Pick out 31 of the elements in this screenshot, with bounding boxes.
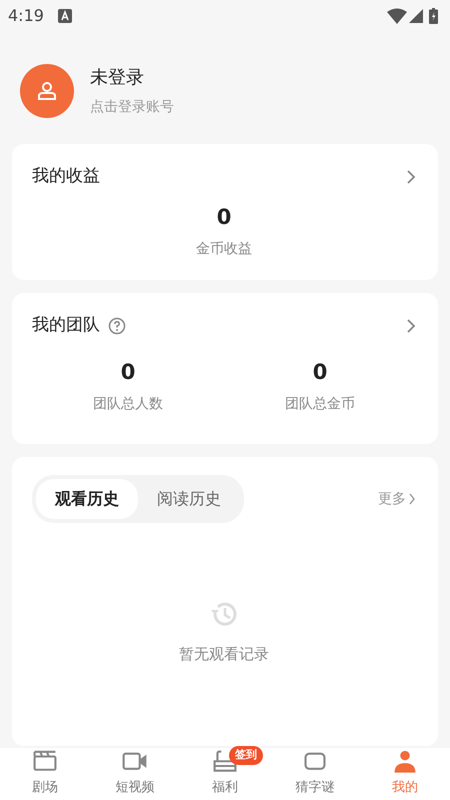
empty-message: 暂无观看记录 bbox=[179, 644, 269, 665]
nav-tab[interactable]: 我的 bbox=[360, 748, 450, 800]
avatar[interactable] bbox=[20, 64, 74, 118]
stat-value: 0 bbox=[216, 204, 232, 230]
stat-label: 金币收益 bbox=[195, 240, 253, 259]
history-tab[interactable]: 阅读历史 bbox=[138, 479, 240, 519]
history-tab[interactable]: 观看历史 bbox=[36, 479, 138, 519]
more-link[interactable]: 更多 bbox=[378, 488, 416, 510]
chevron-right-icon[interactable] bbox=[406, 318, 416, 334]
stat-label: 团队总金币 bbox=[284, 395, 356, 414]
login-hint[interactable]: 点击登录账号 bbox=[90, 97, 174, 118]
chevron-right-icon bbox=[408, 493, 416, 505]
nav-tab[interactable]: 剧场 bbox=[0, 748, 90, 800]
notification-icon bbox=[58, 9, 72, 23]
section-title: 我的团队 bbox=[32, 314, 100, 337]
stat-label: 团队总人数 bbox=[92, 395, 164, 414]
section-title: 我的收益 bbox=[32, 165, 100, 188]
nav-tab[interactable]: 签到 福利 bbox=[180, 748, 270, 800]
clock: 4:19 bbox=[8, 5, 44, 27]
wifi-icon bbox=[387, 8, 407, 24]
person-icon bbox=[37, 81, 57, 101]
nav-tab[interactable]: 猜字谜 bbox=[270, 748, 360, 800]
nav-tab[interactable]: 短视频 bbox=[90, 748, 180, 800]
stat-value: 0 bbox=[312, 358, 328, 386]
signal-icon bbox=[409, 9, 423, 23]
stat-value: 0 bbox=[120, 358, 136, 386]
badge-label: 签到 bbox=[229, 746, 263, 764]
help-icon[interactable] bbox=[108, 316, 126, 335]
chevron-right-icon[interactable] bbox=[406, 168, 416, 185]
user-name[interactable]: 未登录 bbox=[90, 64, 174, 91]
battery-icon bbox=[429, 8, 438, 24]
